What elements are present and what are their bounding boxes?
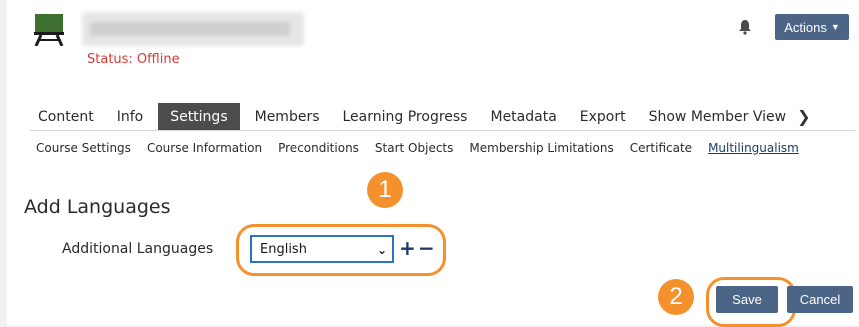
tab-learning-progress[interactable]: Learning Progress [335,103,476,130]
step-badge-1: 1 [367,172,403,208]
chevron-right-icon[interactable]: ❯ [797,103,810,130]
tab-divider [30,130,855,131]
language-select[interactable]: English ⌄ [250,235,394,263]
save-button[interactable]: Save [716,286,778,313]
tab-metadata[interactable]: Metadata [482,103,564,130]
subtab-start-objects[interactable]: Start Objects [375,141,453,155]
tab-export[interactable]: Export [572,103,634,130]
tab-members[interactable]: Members [247,103,328,130]
actions-button[interactable]: Actions ▼ [775,14,849,40]
status-text: Status: Offline [87,52,180,67]
subtab-membership-limitations[interactable]: Membership Limitations [469,141,613,155]
tab-content[interactable]: Content [30,103,102,130]
subtab-preconditions[interactable]: Preconditions [278,141,359,155]
remove-language-button[interactable]: − [418,236,435,260]
add-language-button[interactable]: + [399,236,416,260]
additional-languages-label: Additional Languages [62,241,214,257]
subtab-multilingualism[interactable]: Multilingualism [708,141,799,155]
subtab-bar: Course Settings Course Information Preco… [36,141,815,155]
chevron-down-icon: ⌄ [376,243,387,257]
bell-icon[interactable] [738,19,752,35]
actions-label: Actions [784,19,827,35]
tab-show-member-view[interactable]: Show Member View [641,103,794,130]
section-title: Add Languages [24,196,171,218]
caret-down-icon: ▼ [830,22,840,32]
language-select-value: English [260,241,307,257]
subtab-course-settings[interactable]: Course Settings [36,141,131,155]
tab-settings[interactable]: Settings [158,103,240,130]
tab-bar: Content Info Settings Members Learning P… [30,103,811,130]
subtab-course-information[interactable]: Course Information [147,141,262,155]
subtab-certificate[interactable]: Certificate [630,141,692,155]
course-title-redacted [82,12,304,46]
blackboard-icon [34,14,64,46]
tab-info[interactable]: Info [109,103,152,130]
cancel-button[interactable]: Cancel [787,286,853,313]
step-badge-2: 2 [658,279,694,315]
